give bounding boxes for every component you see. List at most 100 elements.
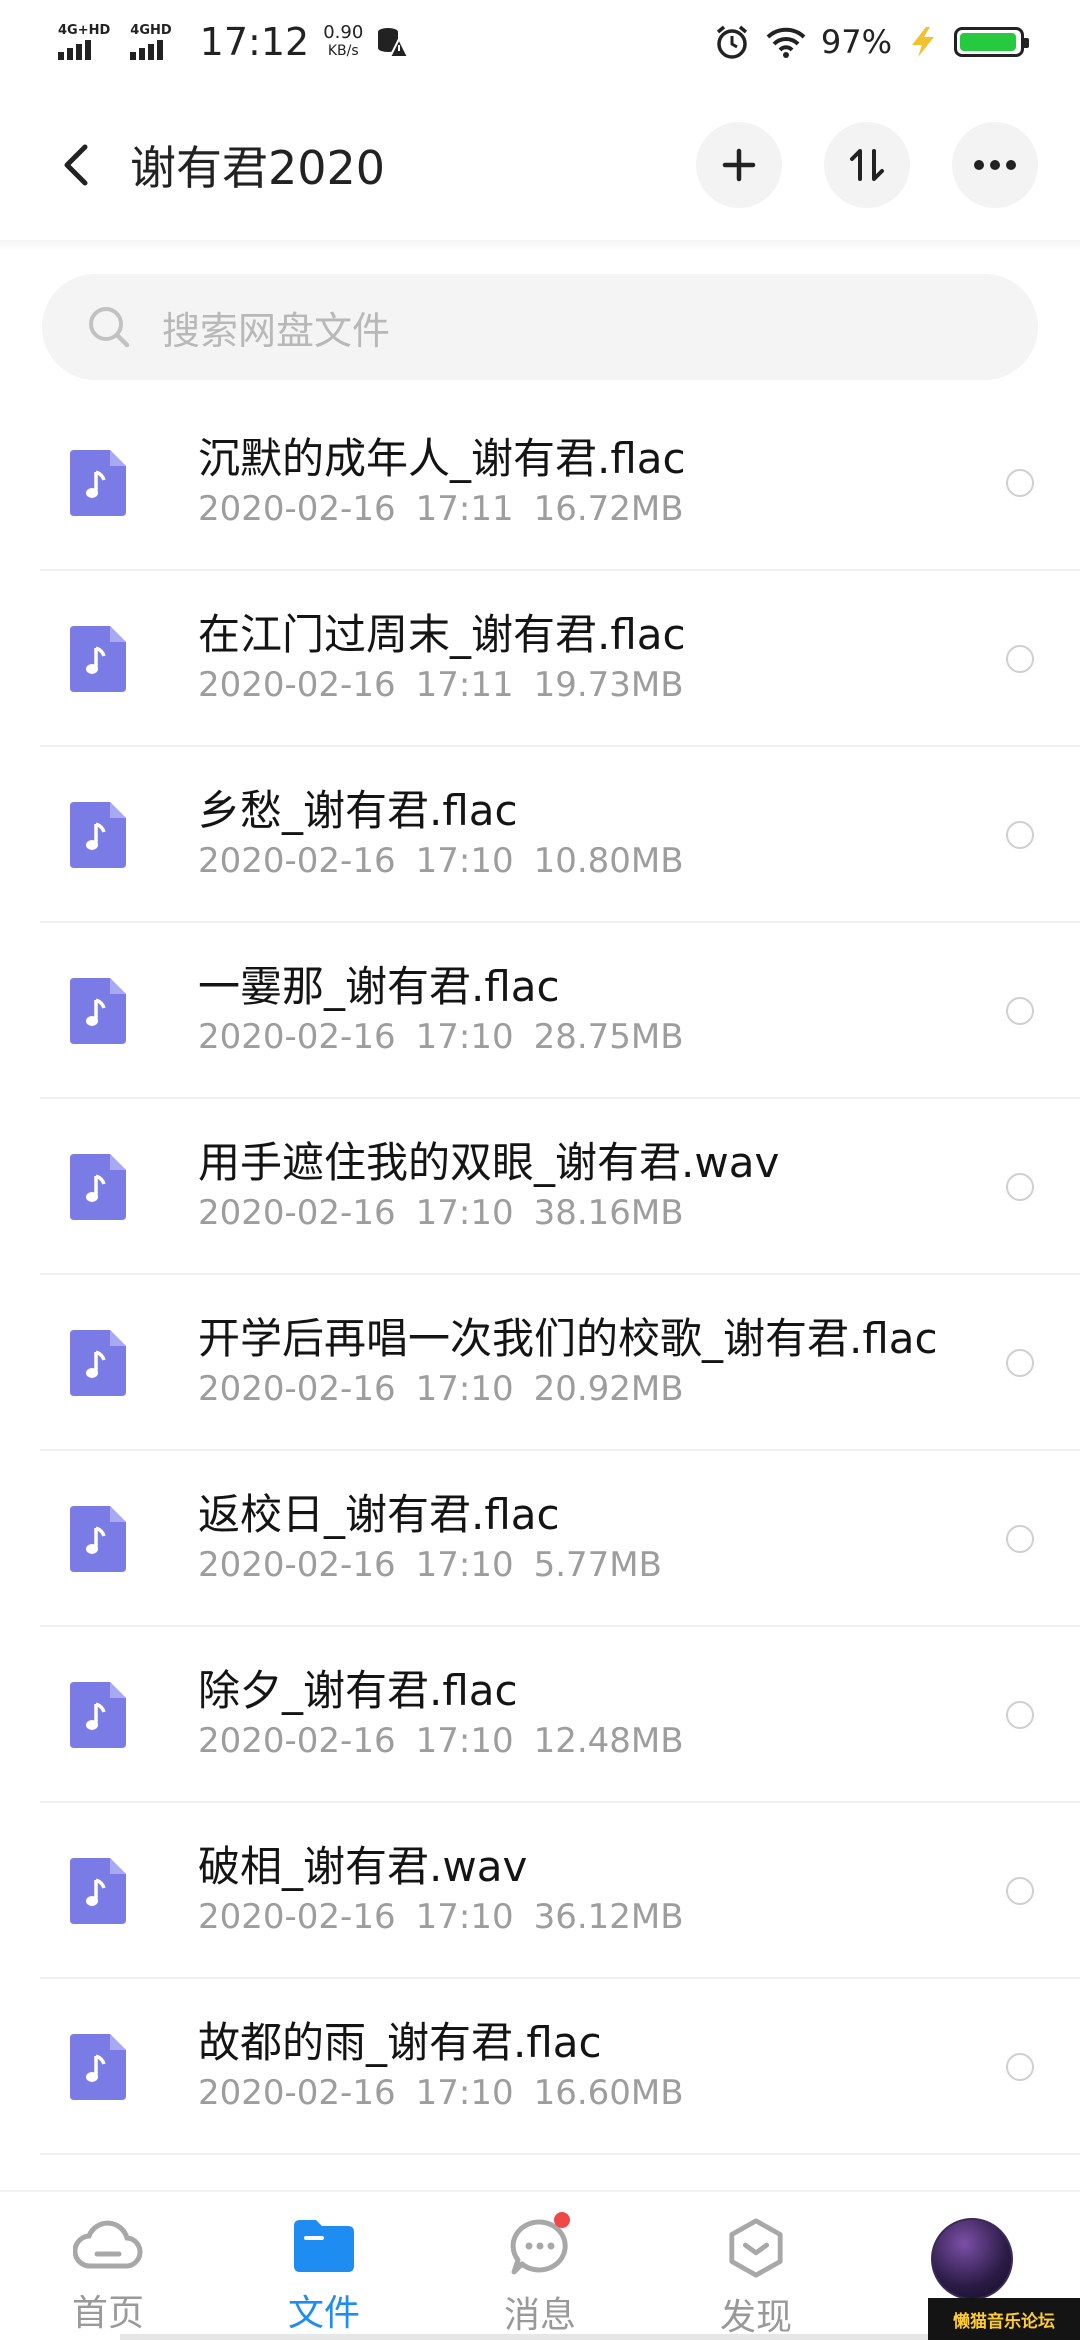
alarm-icon: [716, 25, 747, 59]
select-checkbox[interactable]: [1006, 645, 1034, 673]
speed-value: 0.90: [323, 22, 364, 43]
file-meta: 2020-02-16 17:10 12.48MB: [198, 1717, 684, 1765]
file-row[interactable]: 一霎那_谢有君.flac 2020-02-16 17:10 28.75MB: [0, 923, 1080, 1099]
file-size: 10.80MB: [533, 841, 684, 881]
battery-fill: [960, 33, 1017, 51]
folder-icon: [294, 2220, 354, 2272]
file-date: 2020-02-16: [198, 2073, 396, 2113]
speed-unit: KB/s: [327, 43, 359, 59]
notification-badge: [554, 2212, 570, 2228]
file-name: 返校日_谢有君.flac: [198, 1490, 560, 1539]
file-time: 17:10: [415, 1369, 514, 1409]
select-checkbox[interactable]: [1006, 1173, 1034, 1201]
nav-files-label: 文件: [287, 2293, 360, 2334]
battery-percent: 97%: [820, 23, 892, 61]
network-type-1: 4G+HD: [58, 23, 111, 38]
file-row[interactable]: 故都的雨_谢有君.flac 2020-02-16 17:10 16.60MB: [0, 1979, 1080, 2155]
file-row[interactable]: 沉默的成年人_谢有君.flac 2020-02-16 17:11 16.72MB: [0, 395, 1080, 571]
select-checkbox[interactable]: [1006, 1349, 1034, 1377]
back-icon: [64, 144, 88, 186]
file-time: 17:10: [415, 2073, 514, 2113]
bottom-nav: 首页 文件 消息 发现 懒猫音乐论坛: [0, 2190, 1080, 2340]
file-size: 16.72MB: [533, 489, 684, 529]
music-file-icon: [70, 1682, 126, 1748]
select-checkbox[interactable]: [1006, 2053, 1034, 2081]
gesture-bar: [120, 2334, 960, 2340]
music-file-icon: [70, 1154, 126, 1220]
file-size: 5.77MB: [533, 1545, 662, 1585]
file-size: 20.92MB: [533, 1369, 684, 1409]
more-icon: [974, 160, 1016, 170]
select-checkbox[interactable]: [1006, 1701, 1034, 1729]
file-date: 2020-02-16: [198, 1897, 396, 1937]
file-time: 17:10: [415, 1545, 514, 1585]
search-placeholder: 搜索网盘文件: [162, 308, 391, 353]
file-size: 16.60MB: [533, 2073, 684, 2113]
file-time: 17:11: [415, 489, 514, 529]
nav-discover[interactable]: 发现: [648, 2192, 864, 2340]
music-file-icon: [70, 1330, 126, 1396]
signal-bars-icon: [58, 38, 91, 60]
file-size: 19.73MB: [533, 665, 684, 705]
status-bar: 4G+HD 4GHD 17:12 0.90 KB/s 97%: [0, 0, 1080, 84]
music-file-icon: [70, 626, 126, 692]
file-name: 除夕_谢有君.flac: [198, 1666, 518, 1715]
file-row[interactable]: 除夕_谢有君.flac 2020-02-16 17:10 12.48MB: [0, 1627, 1080, 1803]
file-time: 17:10: [415, 1897, 514, 1937]
file-date: 2020-02-16: [198, 665, 396, 705]
back-button[interactable]: [46, 135, 106, 195]
file-date: 2020-02-16: [198, 1193, 396, 1233]
cloud-icon: [73, 2220, 143, 2269]
file-meta: 2020-02-16 17:10 10.80MB: [198, 837, 684, 885]
file-name: 开学后再唱一次我们的校歌_谢有君.flac: [198, 1314, 938, 1363]
music-file-icon: [70, 978, 126, 1044]
page-title: 谢有君2020: [130, 141, 386, 195]
select-checkbox[interactable]: [1006, 469, 1034, 497]
sort-button[interactable]: [824, 122, 910, 208]
nav-messages[interactable]: 消息: [432, 2192, 648, 2340]
file-name: 一霎那_谢有君.flac: [198, 962, 560, 1011]
file-row[interactable]: 在江门过周末_谢有君.flac 2020-02-16 17:11 19.73MB: [0, 571, 1080, 747]
watermark-label: 懒猫音乐论坛: [928, 2298, 1080, 2340]
file-date: 2020-02-16: [198, 841, 396, 881]
battery-icon: [954, 27, 1029, 57]
file-row[interactable]: 乡愁_谢有君.flac 2020-02-16 17:10 10.80MB: [0, 747, 1080, 923]
sort-icon: [850, 149, 884, 181]
add-icon: [722, 148, 756, 182]
file-meta: 2020-02-16 17:10 20.92MB: [198, 1365, 938, 1413]
file-name: 沉默的成年人_谢有君.flac: [198, 434, 686, 483]
search-bar[interactable]: 搜索网盘文件: [42, 274, 1038, 380]
file-size: 38.16MB: [533, 1193, 684, 1233]
add-button[interactable]: [696, 122, 782, 208]
file-date: 2020-02-16: [198, 1545, 396, 1585]
file-date: 2020-02-16: [198, 1369, 396, 1409]
search-icon: [89, 307, 130, 348]
nav-messages-label: 消息: [503, 2295, 576, 2336]
file-date: 2020-02-16: [198, 489, 396, 529]
file-time: 17:10: [415, 841, 514, 881]
network-speed: 0.90 KB/s: [323, 23, 363, 61]
music-file-icon: [70, 802, 126, 868]
data-warning-icon: [378, 28, 410, 58]
nav-discover-label: 发现: [719, 2297, 792, 2338]
file-size: 28.75MB: [533, 1017, 684, 1057]
select-checkbox[interactable]: [1006, 1525, 1034, 1553]
file-row[interactable]: 返校日_谢有君.flac 2020-02-16 17:10 5.77MB: [0, 1451, 1080, 1627]
select-checkbox[interactable]: [1006, 997, 1034, 1025]
more-button[interactable]: [952, 122, 1038, 208]
discover-icon: [729, 2218, 783, 2278]
file-meta: 2020-02-16 17:10 28.75MB: [198, 1013, 684, 1061]
select-checkbox[interactable]: [1006, 1877, 1034, 1905]
clock: 17:12: [199, 20, 310, 64]
select-checkbox[interactable]: [1006, 821, 1034, 849]
music-file-icon: [70, 450, 126, 516]
nav-files[interactable]: 文件: [216, 2192, 432, 2340]
file-row[interactable]: 用手遮住我的双眼_谢有君.wav 2020-02-16 17:10 38.16MB: [0, 1099, 1080, 1275]
file-size: 36.12MB: [533, 1897, 684, 1937]
file-list: 沉默的成年人_谢有君.flac 2020-02-16 17:11 16.72MB 在…: [0, 395, 1080, 2155]
nav-home[interactable]: 首页: [0, 2192, 216, 2340]
file-time: 17:10: [415, 1193, 514, 1233]
file-date: 2020-02-16: [198, 1017, 396, 1057]
file-row[interactable]: 破相_谢有君.wav 2020-02-16 17:10 36.12MB: [0, 1803, 1080, 1979]
file-row[interactable]: 开学后再唱一次我们的校歌_谢有君.flac 2020-02-16 17:10 20.…: [0, 1275, 1080, 1451]
